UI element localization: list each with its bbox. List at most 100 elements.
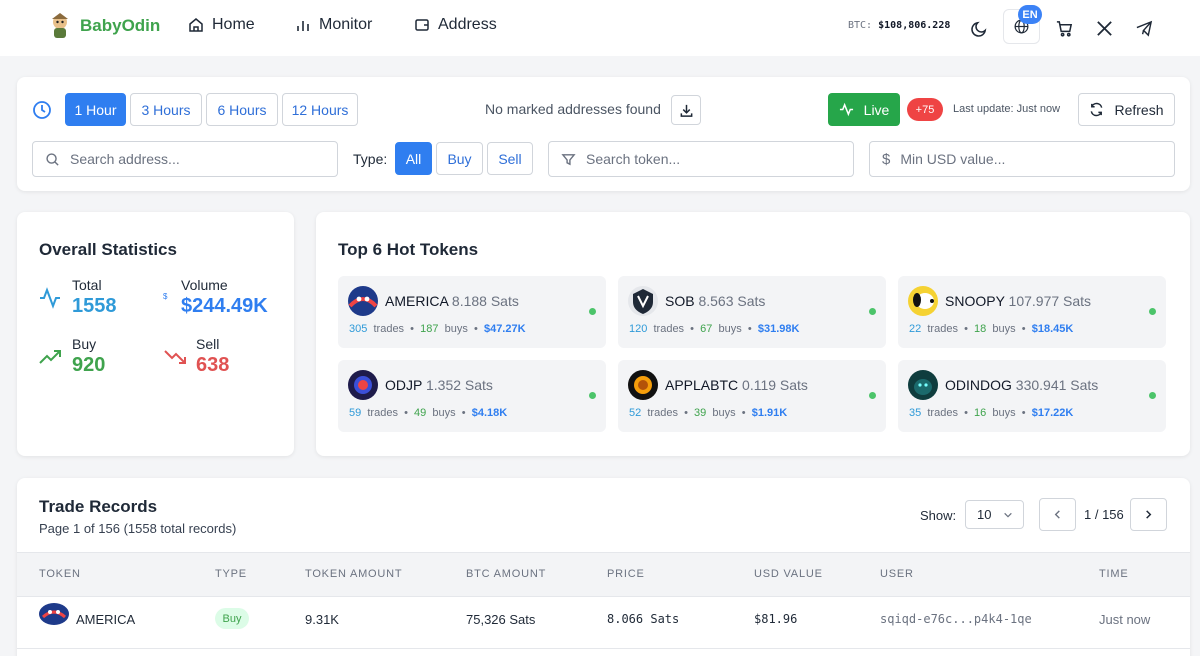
applabtc-avatar-icon (628, 370, 658, 400)
min-usd-field[interactable]: $ (869, 141, 1175, 177)
type-all-button[interactable]: All (395, 142, 432, 175)
row-type-badge: Buy (215, 608, 249, 629)
search-icon (46, 152, 59, 166)
trending-up-icon (39, 350, 61, 364)
stat-buy: Buy 920 (72, 336, 106, 376)
filter-panel: 1 Hour 3 Hours 6 Hours 12 Hours No marke… (17, 77, 1190, 191)
sob-avatar-icon (628, 286, 658, 316)
search-token-input[interactable] (586, 151, 806, 167)
page-size-select[interactable]: 10 (965, 500, 1024, 529)
trade-records-subtitle: Page 1 of 156 (1558 total records) (39, 521, 237, 536)
cart-button[interactable] (1050, 14, 1078, 42)
cart-icon (1056, 20, 1072, 37)
america-avatar-icon (39, 603, 69, 625)
telegram-icon (1136, 20, 1152, 37)
refresh-button[interactable]: Refresh (1078, 93, 1175, 126)
row-divider (17, 648, 1190, 649)
active-status-dot (1149, 392, 1156, 399)
chevron-right-icon (1146, 510, 1152, 519)
active-status-dot (869, 392, 876, 399)
col-price[interactable]: PRICE (607, 568, 645, 580)
america-avatar-icon (348, 286, 378, 316)
stat-volume: Volume $244.49K (181, 277, 268, 317)
search-token-field[interactable] (548, 141, 854, 177)
row-token-amount: 9.31K (305, 612, 339, 627)
language-badge: EN (1018, 5, 1042, 24)
hot-token-name: ODJP 1.352 Sats (385, 377, 493, 393)
search-address-input[interactable] (70, 151, 290, 167)
col-user[interactable]: USER (880, 568, 914, 580)
hot-tokens-title: Top 6 Hot Tokens (338, 240, 479, 259)
stat-sell: Sell 638 (196, 336, 230, 376)
trending-down-icon (164, 350, 186, 364)
clock-icon (33, 101, 51, 119)
hot-token-card[interactable]: APPLABTC 0.119 Sats 52 trades • 39 buys •… (618, 360, 886, 432)
download-button[interactable] (671, 95, 701, 125)
overall-statistics-card: Overall Statistics Total 1558 $ Volume $… (17, 212, 294, 456)
hot-token-meta: 35 trades • 16 buys • $17.22K (909, 407, 1074, 419)
col-usd-value[interactable]: USD VALUE (754, 568, 823, 580)
row-user-address[interactable]: sqiqd-e76c...p4k4-1qe (880, 612, 1032, 626)
hot-token-name: ODINDOG 330.941 Sats (945, 377, 1099, 393)
col-token[interactable]: TOKEN (39, 568, 81, 580)
stats-title: Overall Statistics (39, 240, 177, 259)
new-trades-badge: +75 (907, 98, 943, 121)
active-status-dot (1149, 308, 1156, 315)
next-page-button[interactable] (1130, 498, 1167, 531)
bar-chart-icon (297, 21, 309, 31)
hot-token-name: SNOOPY 107.977 Sats (945, 293, 1092, 309)
telegram-link[interactable] (1130, 14, 1158, 42)
logo[interactable]: BabyOdin (48, 12, 160, 40)
row-btc-amount: 75,326 Sats (466, 612, 536, 627)
hot-token-meta: 22 trades • 18 buys • $18.45K (909, 323, 1074, 335)
top-nav: BabyOdin Home Monitor Address BTC: $108,… (0, 0, 1200, 56)
hot-token-meta: 120 trades • 67 buys • $31.98K (629, 323, 800, 335)
moon-icon (970, 21, 986, 37)
wallet-icon (415, 19, 429, 31)
range-12h-button[interactable]: 12 Hours (282, 93, 358, 126)
refresh-icon (1091, 102, 1103, 117)
col-type[interactable]: TYPE (215, 568, 247, 580)
nav-home[interactable]: Home (188, 16, 255, 34)
home-icon (189, 18, 203, 32)
activity-icon (839, 102, 853, 117)
live-label: Live (863, 101, 890, 118)
hot-token-card[interactable]: SOB 8.563 Sats 120 trades • 67 buys • $31… (618, 276, 886, 348)
type-buy-button[interactable]: Buy (436, 142, 483, 175)
marked-addresses-status: No marked addresses found (485, 101, 661, 117)
range-6h-button[interactable]: 6 Hours (206, 93, 278, 126)
chevron-down-icon (1004, 512, 1013, 518)
x-link[interactable] (1090, 14, 1118, 42)
hot-token-meta: 52 trades • 39 buys • $1.91K (629, 407, 788, 419)
col-btc-amount[interactable]: BTC AMOUNT (466, 568, 546, 580)
live-button[interactable]: Live (828, 93, 900, 126)
active-status-dot (869, 308, 876, 315)
snoopy-avatar-icon (908, 286, 938, 316)
show-label: Show: (920, 508, 957, 523)
page-indicator: 1 / 156 (1084, 507, 1124, 522)
hot-token-card[interactable]: ODINDOG 330.941 Sats 35 trades • 16 buys … (898, 360, 1166, 432)
dollar-icon: $ (882, 150, 891, 168)
row-time: Just now (1099, 612, 1151, 627)
chevron-left-icon (1054, 510, 1060, 519)
theme-toggle[interactable] (965, 14, 993, 42)
nav-monitor[interactable]: Monitor (295, 16, 372, 34)
active-status-dot (589, 392, 596, 399)
hot-token-card[interactable]: AMERICA 8.188 Sats 305 trades • 187 buys … (338, 276, 606, 348)
prev-page-button[interactable] (1039, 498, 1076, 531)
range-1h-button[interactable]: 1 Hour (65, 93, 126, 126)
hot-token-card[interactable]: ODJP 1.352 Sats 59 trades • 49 buys • $4.… (338, 360, 606, 432)
last-update-text: Last update: Just now (953, 103, 1061, 115)
nav-address[interactable]: Address (414, 16, 497, 34)
col-token-amount[interactable]: TOKEN AMOUNT (305, 568, 402, 580)
min-usd-input[interactable] (900, 151, 1121, 167)
odindog-avatar-icon (908, 370, 938, 400)
hot-token-card[interactable]: SNOOPY 107.977 Sats 22 trades • 18 buys •… (898, 276, 1166, 348)
active-status-dot (589, 308, 596, 315)
search-address-field[interactable] (32, 141, 338, 177)
btc-price: BTC: $108,806.228 (848, 20, 951, 31)
col-time[interactable]: TIME (1099, 568, 1128, 580)
type-sell-button[interactable]: Sell (487, 142, 533, 175)
range-3h-button[interactable]: 3 Hours (130, 93, 202, 126)
activity-icon (40, 287, 60, 309)
